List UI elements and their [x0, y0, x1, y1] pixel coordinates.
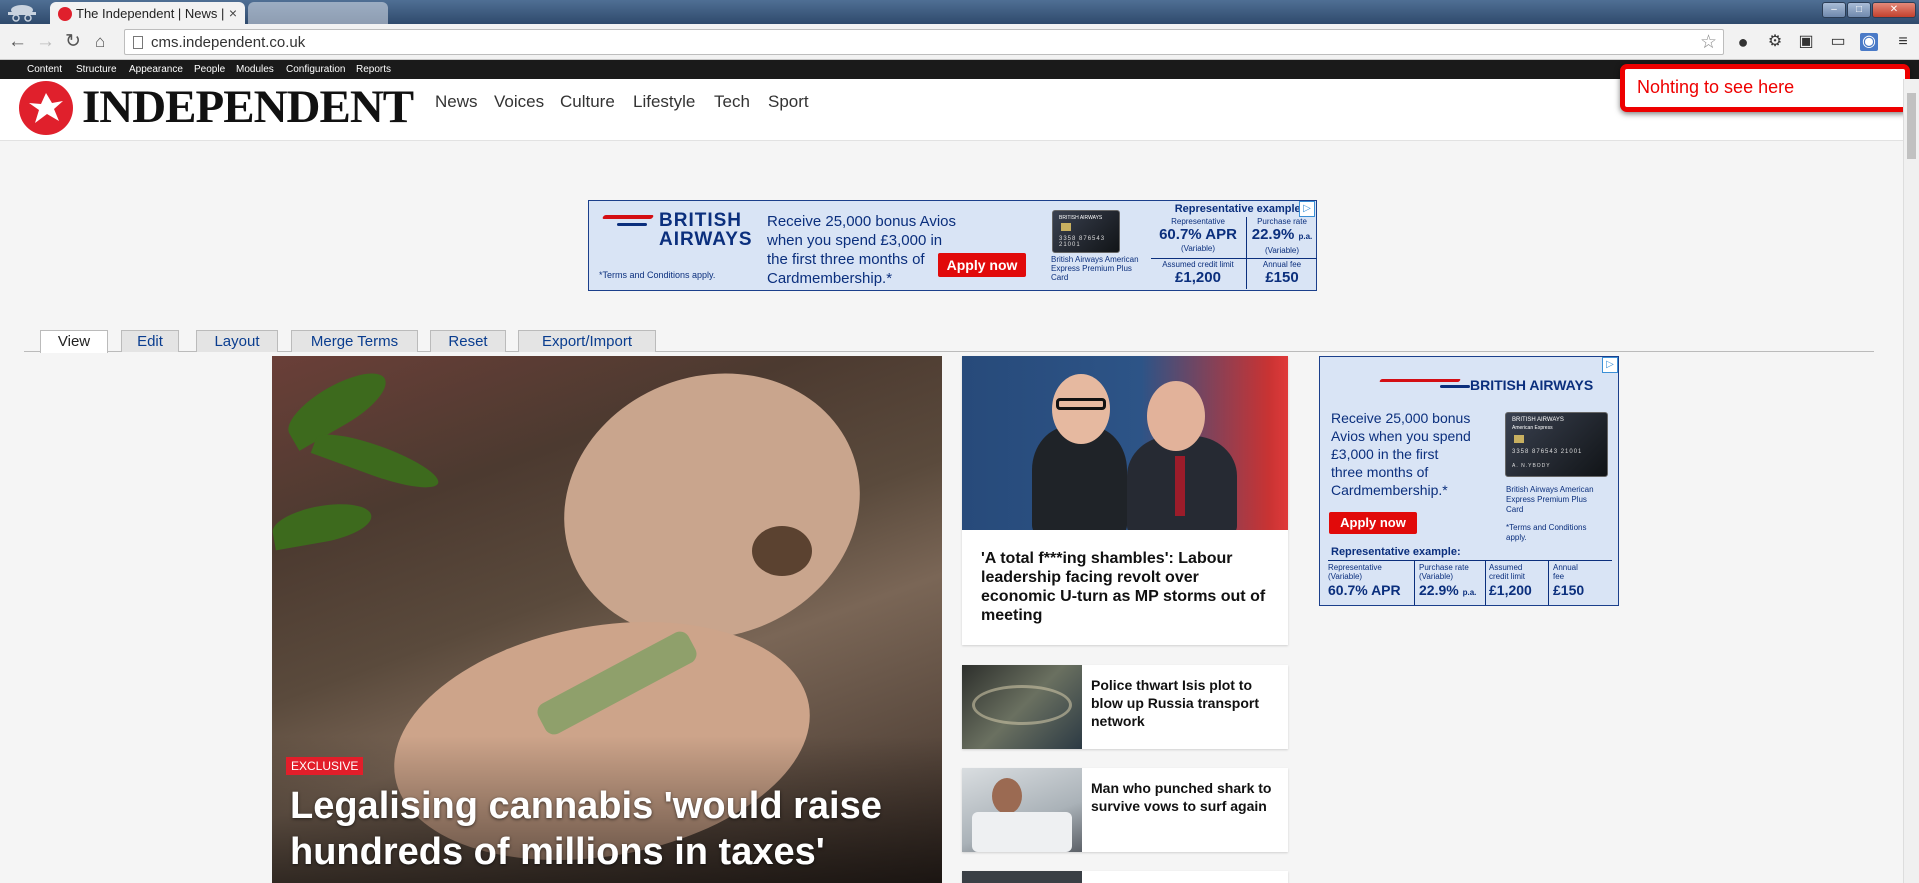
- banner-rep-example: Representative example:: [1174, 203, 1305, 215]
- mpu-card-name: British Airways American Express Premium…: [1506, 485, 1594, 514]
- banner-purchase-rate: Purchase rate 22.9% p.a. (Variable): [1251, 217, 1313, 255]
- minimize-window-button[interactable]: –: [1822, 2, 1846, 18]
- admin-menu-appearance[interactable]: Appearance: [129, 64, 183, 75]
- side-story-image: [962, 665, 1082, 749]
- main-story-headline[interactable]: Legalising cannabis 'would raise hundred…: [290, 783, 910, 875]
- tab-merge-terms[interactable]: Merge Terms: [291, 330, 418, 352]
- admin-menu-people[interactable]: People: [194, 64, 225, 75]
- side-story-headline[interactable]: Man who punched shark to survive vows to…: [1091, 779, 1276, 815]
- forward-icon[interactable]: →: [36, 32, 55, 52]
- back-icon[interactable]: ←: [8, 32, 27, 52]
- admin-menu-modules[interactable]: Modules: [236, 64, 274, 75]
- banner-offer-text: Receive 25,000 bonus Avios when you spen…: [767, 213, 957, 287]
- adchoices-icon[interactable]: ▷: [1299, 201, 1315, 217]
- featured-story-image: [962, 356, 1288, 530]
- ba-speedmarque-blue-icon: [617, 223, 647, 226]
- admin-menu-configuration[interactable]: Configuration: [286, 64, 345, 75]
- side-story-headline[interactable]: Police thwart Isis plot to blow up Russi…: [1091, 676, 1276, 730]
- banner-apply-button[interactable]: Apply now: [938, 253, 1026, 277]
- record-icon[interactable]: ●: [1734, 33, 1752, 51]
- eagle-logo-icon[interactable]: [19, 81, 73, 135]
- credit-card-image: BRITISH AIRWAYS American Express 3358 87…: [1505, 412, 1608, 477]
- close-tab-icon[interactable]: ×: [229, 5, 237, 21]
- independent-favicon-icon: [58, 7, 72, 21]
- admin-menu-structure[interactable]: Structure: [76, 64, 117, 75]
- browser-tab-strip: The Independent | News | × – □ ✕: [0, 0, 1919, 24]
- menu-icon[interactable]: ≡: [1894, 33, 1912, 51]
- mpu-offer-text: Receive 25,000 bonus Avios when you spen…: [1331, 410, 1471, 498]
- exclusive-badge: EXCLUSIVE: [286, 757, 364, 775]
- tab-layout[interactable]: Layout: [196, 330, 278, 352]
- scrollbar-thumb[interactable]: [1907, 93, 1916, 159]
- banner-annual-fee: Annual fee £150: [1262, 260, 1302, 286]
- nav-tech[interactable]: Tech: [714, 92, 750, 112]
- nav-sport[interactable]: Sport: [768, 92, 809, 112]
- address-bar[interactable]: cms.independent.co.uk ☆: [124, 29, 1724, 55]
- tab-view[interactable]: View: [40, 330, 108, 353]
- mpu-purchase-rate: Purchase rate (Variable) 22.9% p.a.: [1419, 563, 1477, 598]
- site-logo[interactable]: INDEPENDENT: [82, 79, 414, 135]
- banner-ad[interactable]: BRITISH AIRWAYS Receive 25,000 bonus Avi…: [588, 200, 1317, 291]
- mpu-rep-example: Representative example:: [1331, 546, 1461, 558]
- ba-speedmarque-icon: [1379, 379, 1461, 382]
- nav-voices[interactable]: Voices: [494, 92, 544, 112]
- main-story-image[interactable]: EXCLUSIVE Legalising cannabis 'would rai…: [272, 356, 942, 883]
- banner-credit-limit: Assumed credit limit £1,200: [1162, 260, 1234, 286]
- tab-independent[interactable]: The Independent | News | ×: [50, 2, 245, 24]
- mpu-rep-apr: Representative (Variable) 60.7% APR: [1328, 563, 1401, 598]
- tab-export-import[interactable]: Export/Import: [518, 330, 656, 352]
- mpu-terms: *Terms and Conditions apply.: [1506, 523, 1587, 542]
- incognito-icon: [4, 2, 40, 22]
- popup-message: Nohting to see here: [1637, 77, 1795, 97]
- page-scrollbar[interactable]: [1903, 79, 1919, 883]
- ba-speedmarque-icon: [601, 215, 655, 219]
- url-text[interactable]: cms.independent.co.uk: [151, 34, 305, 51]
- nav-news[interactable]: News: [435, 92, 478, 112]
- tab-background[interactable]: [248, 2, 388, 24]
- side-story-card[interactable]: Man who punched shark to survive vows to…: [962, 768, 1288, 852]
- side-story-card[interactable]: [962, 871, 1288, 883]
- tab-title: The Independent | News |: [76, 6, 225, 21]
- admin-menu-content[interactable]: Content: [27, 64, 62, 75]
- featured-story-headline[interactable]: 'A total f***ing shambles': Labour leade…: [981, 549, 1271, 625]
- mpu-credit-limit: Assumed credit limit £1,200: [1489, 563, 1532, 598]
- banner-rep-apr: Representative 60.7% APR (Variable): [1159, 217, 1237, 253]
- mpu-annual-fee: Annual fee £150: [1553, 563, 1585, 598]
- tab-edit[interactable]: Edit: [121, 330, 179, 352]
- credit-card-image: BRITISH AIRWAYS 3358 876543 21001: [1052, 210, 1120, 253]
- admin-menu-reports[interactable]: Reports: [356, 64, 391, 75]
- maximize-window-button[interactable]: □: [1847, 2, 1871, 18]
- mpu-apply-button[interactable]: Apply now: [1329, 512, 1417, 534]
- page-icon: [133, 36, 143, 49]
- adchoices-icon[interactable]: ▷: [1602, 357, 1618, 373]
- cms-tabs: View Edit Layout Merge Terms Reset Expor…: [24, 329, 1874, 353]
- banner-card-name: British Airways American Express Premium…: [1051, 255, 1139, 282]
- side-story-card[interactable]: Police thwart Isis plot to blow up Russi…: [962, 665, 1288, 749]
- extension-icon[interactable]: ◉: [1860, 33, 1878, 51]
- ba-brand-line2: AIRWAYS: [659, 229, 753, 250]
- ba-speedmarque-blue-icon: [1440, 385, 1470, 388]
- banner-terms: *Terms and Conditions apply.: [599, 270, 716, 280]
- mpu-brand: BRITISH AIRWAYS: [1470, 377, 1594, 393]
- nav-lifestyle[interactable]: Lifestyle: [633, 92, 695, 112]
- home-icon[interactable]: ⌂: [95, 32, 105, 52]
- side-story-image: [962, 871, 1082, 883]
- mpu-ad[interactable]: BRITISH AIRWAYS ▷ Receive 25,000 bonus A…: [1319, 356, 1619, 606]
- newspaper-icon[interactable]: ▣: [1797, 33, 1815, 51]
- nav-culture[interactable]: Culture: [560, 92, 615, 112]
- star-icon[interactable]: ☆: [1700, 31, 1717, 54]
- cast-icon[interactable]: ▭: [1829, 33, 1847, 51]
- side-story-image: [962, 768, 1082, 852]
- featured-story-card[interactable]: 'A total f***ing shambles': Labour leade…: [962, 356, 1288, 645]
- tab-reset[interactable]: Reset: [430, 330, 506, 352]
- gear-icon[interactable]: ⚙: [1766, 33, 1784, 51]
- close-window-button[interactable]: ✕: [1872, 2, 1916, 18]
- browser-toolbar: ← → ↻ ⌂ cms.independent.co.uk ☆ ● ⚙ ▣ ▭ …: [0, 24, 1919, 60]
- reload-icon[interactable]: ↻: [65, 32, 81, 52]
- notification-popup[interactable]: Nohting to see here: [1620, 64, 1910, 112]
